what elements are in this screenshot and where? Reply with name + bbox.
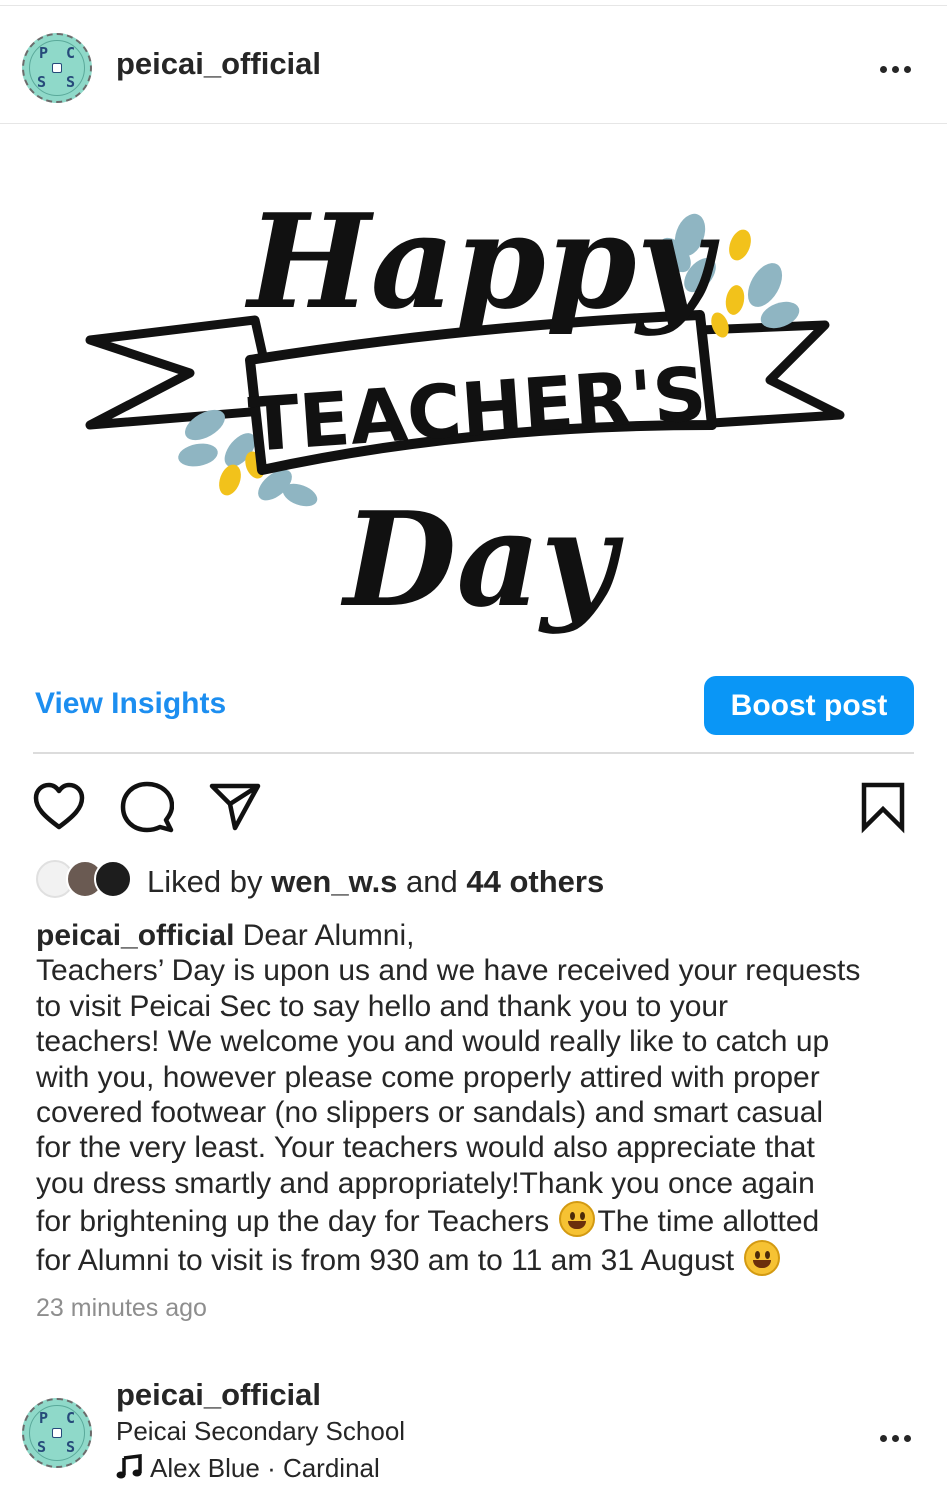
more-icon[interactable] <box>880 1429 920 1442</box>
caption-line: teachers! We welcome you and would reall… <box>36 1025 830 1059</box>
post-username[interactable]: peicai_official <box>116 46 321 82</box>
post-timestamp: 23 minutes ago <box>36 1294 207 1322</box>
divider <box>33 752 914 754</box>
avatar-letter: P <box>39 44 49 62</box>
caption-line: you dress smartly and appropriately!Than… <box>36 1166 815 1200</box>
music-note-icon <box>116 1454 142 1479</box>
avatar-emblem <box>52 63 62 73</box>
next-post-music[interactable]: Alex Blue · Cardinal <box>116 1453 380 1484</box>
view-insights-link[interactable]: View Insights <box>35 687 226 721</box>
liker-username[interactable]: wen_w.s <box>271 864 397 899</box>
comment-icon[interactable] <box>120 780 174 834</box>
caption-line: with you, however please come properly a… <box>36 1060 820 1094</box>
avatar-letter: S <box>37 73 47 91</box>
next-post-music-label: Alex Blue · Cardinal <box>150 1453 380 1483</box>
likes-middle: and <box>397 864 467 899</box>
post-caption: peicai_official Dear Alumni, Teachers’ D… <box>36 918 926 1278</box>
caption-line: for the very least. Your teachers would … <box>36 1131 815 1165</box>
likes-row[interactable]: Liked by wen_w.s and 44 others <box>36 858 916 902</box>
bookmark-icon[interactable] <box>856 780 910 834</box>
avatar[interactable]: P C S S <box>22 33 92 103</box>
avatar-letter: S <box>37 1438 47 1456</box>
avatar-letter: C <box>66 1409 76 1427</box>
liker-avatar <box>94 860 132 898</box>
post-image[interactable]: Happy TEACHER'S Day <box>0 125 947 660</box>
more-icon[interactable] <box>880 60 920 73</box>
avatar-letter: C <box>66 44 76 62</box>
next-post-avatar[interactable]: P C S S <box>22 1398 92 1468</box>
avatar-letter: S <box>66 73 76 91</box>
teachers-day-artwork: Happy TEACHER'S Day <box>85 185 845 636</box>
smiley-emoji-icon <box>744 1239 781 1276</box>
heart-icon[interactable] <box>32 780 86 834</box>
caption-line: to visit Peicai Sec to say hello and tha… <box>36 989 729 1023</box>
image-title-line3: Day <box>340 483 624 636</box>
caption-line: The time allotted <box>597 1205 820 1239</box>
next-post-location[interactable]: Peicai Secondary School <box>116 1416 405 1447</box>
likes-prefix: Liked by <box>147 864 272 899</box>
post-header: P C S S peicai_official <box>0 6 947 124</box>
avatar-letter: P <box>39 1409 49 1427</box>
avatar-emblem <box>52 1428 62 1438</box>
share-icon[interactable] <box>208 780 262 834</box>
boost-post-button[interactable]: Boost post <box>704 676 914 735</box>
next-post-username[interactable]: peicai_official <box>116 1377 321 1413</box>
caption-line: for brightening up the day for Teachers <box>36 1205 558 1239</box>
avatar-letter: S <box>66 1438 76 1456</box>
caption-author[interactable]: peicai_official <box>36 919 234 952</box>
caption-line: covered footwear (no slippers or sandals… <box>36 1096 824 1130</box>
caption-line: Teachers’ Day is upon us and we have rec… <box>36 954 861 988</box>
grinning-emoji-icon <box>559 1201 596 1238</box>
image-title-line1: Happy <box>244 185 720 338</box>
caption-line: for Alumni to visit is from 930 am to 11… <box>36 1243 743 1277</box>
likes-others-count[interactable]: 44 others <box>466 864 604 899</box>
likes-text: Liked by wen_w.s and 44 others <box>147 864 604 900</box>
caption-line: Dear Alumni, <box>234 919 415 952</box>
